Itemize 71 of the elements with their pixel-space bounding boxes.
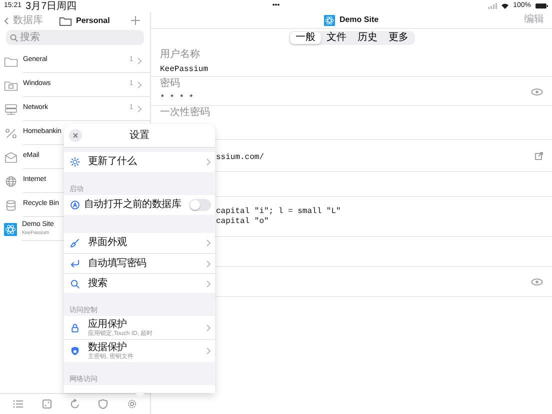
field-value: * * * * [160, 93, 195, 105]
close-icon [73, 133, 78, 138]
sun-icon [70, 157, 80, 167]
sheet-title: 设置 [130, 128, 150, 143]
shield-icon [70, 346, 80, 356]
row-title: 自动打开之前的数据库 [84, 199, 182, 211]
row-title: 自动填写密码 [88, 258, 148, 270]
notes-text: capital "i"; l = small "L" capital "o" [216, 207, 342, 227]
row-title: 数据保护 [88, 342, 128, 353]
search-icon [70, 278, 80, 288]
search-field[interactable]: 搜索 [6, 30, 144, 45]
settings-row[interactable]: 搜索 [64, 273, 215, 293]
settings-row[interactable]: 自动打开之前的数据库 [64, 195, 215, 215]
row-title: 更新了什么 [88, 156, 138, 168]
field-label: 一次性密码 [160, 107, 211, 118]
chevron-icon [206, 260, 211, 268]
lock-icon [70, 322, 80, 332]
eye-icon[interactable] [531, 88, 543, 96]
refresh-icon[interactable] [70, 399, 80, 409]
segment-tab[interactable]: 更多 [383, 32, 414, 44]
database-icon [4, 200, 18, 210]
chevron-icon [137, 104, 142, 112]
folder-icon [4, 56, 18, 66]
add-icon[interactable] [131, 16, 140, 25]
entry-icon [4, 222, 17, 236]
chevron-icon [206, 324, 211, 332]
battery-icon [535, 3, 548, 9]
return-icon [70, 258, 80, 268]
eye-icon[interactable] [531, 278, 543, 286]
field-value: ssium.com/ [216, 152, 266, 164]
segment-tab[interactable]: 历史 [352, 32, 383, 44]
dice-icon[interactable] [42, 399, 52, 409]
popover-arrow [134, 392, 146, 398]
field-value: KeePassium [160, 64, 210, 76]
percent-icon [4, 128, 18, 138]
globe-icon [4, 176, 18, 186]
sidebar-title: Personal [76, 14, 110, 26]
entry-icon [324, 14, 336, 26]
circle-a-icon [70, 200, 80, 210]
folder-icon [4, 80, 18, 90]
field-label: 密码 [160, 78, 181, 89]
server-icon [4, 104, 18, 114]
settings-row[interactable]: 界面外观 [64, 233, 215, 253]
row-title: 搜索 [88, 278, 108, 290]
folder-icon [59, 16, 72, 26]
envelope-icon [4, 152, 18, 162]
detail-title: Demo Site [339, 14, 379, 26]
signal-icon [488, 3, 498, 9]
field-label: 用户名称 [160, 49, 201, 60]
chevron-icon [206, 280, 211, 288]
close-button[interactable] [69, 129, 82, 142]
brush-icon [70, 238, 80, 248]
chevron-icon [137, 56, 142, 64]
row-title: 应用保护 [88, 318, 128, 330]
settings-icon[interactable] [126, 399, 137, 409]
segment-tab[interactable]: 一般 [290, 32, 321, 44]
date-text: 3月7日周四 [26, 0, 77, 14]
external-link-icon[interactable] [535, 152, 543, 160]
settings-row[interactable]: 自动填写密码 [64, 253, 215, 273]
shield-icon[interactable] [98, 399, 108, 409]
toggle-switch[interactable] [189, 199, 211, 211]
settings-row[interactable]: 更新了什么 [64, 152, 215, 172]
chevron-icon [137, 80, 142, 88]
wifi-icon [501, 3, 510, 9]
segment-tab[interactable]: 文件 [321, 32, 352, 44]
chevron-icon [206, 239, 211, 247]
chevron-left-icon [4, 16, 9, 24]
row-title: 界面外观 [88, 237, 128, 249]
list-icon[interactable] [13, 399, 24, 409]
chevron-icon [206, 347, 211, 355]
chevron-icon [206, 158, 211, 166]
